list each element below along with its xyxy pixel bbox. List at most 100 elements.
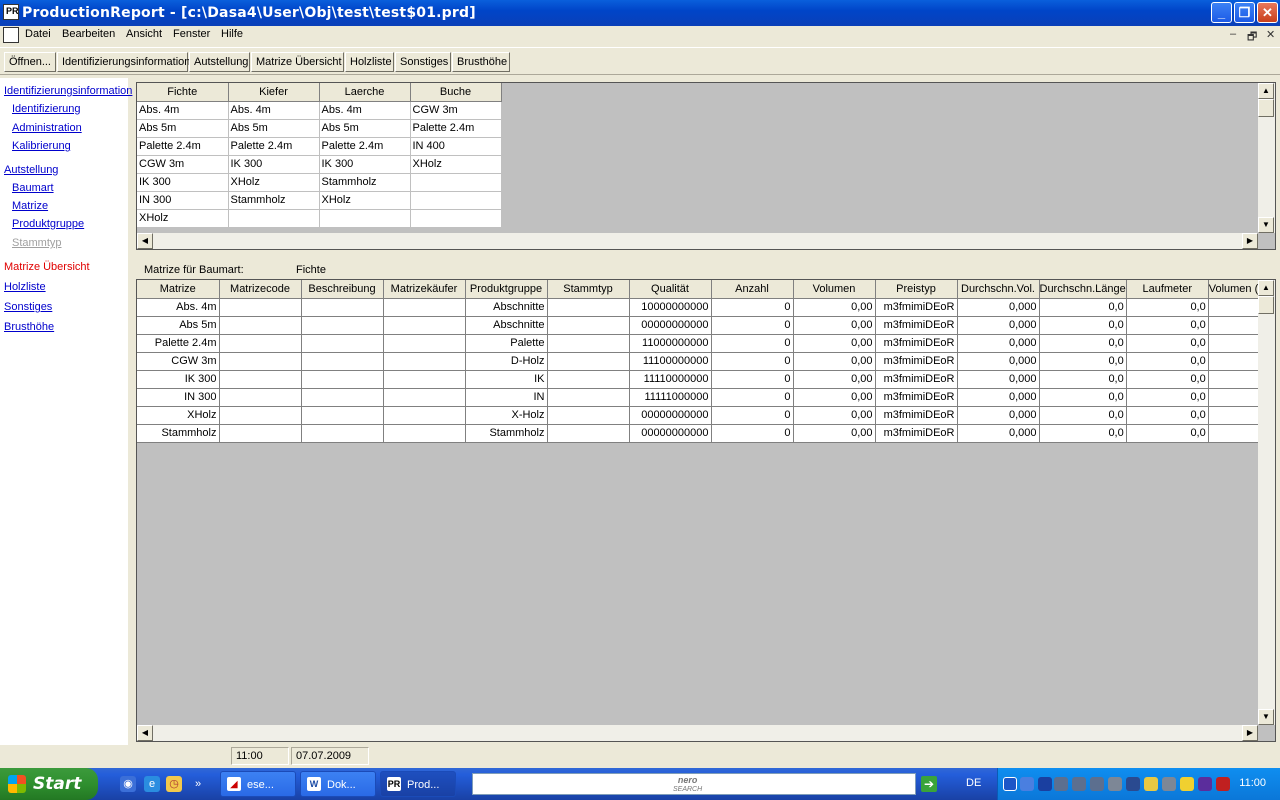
nav-produktgruppe[interactable]: Produktgruppe xyxy=(12,218,84,230)
species-column-header[interactable]: Buche xyxy=(410,83,502,102)
nav-matrize-uebersicht[interactable]: Matrize Übersicht xyxy=(4,261,90,273)
matrix-table-cell[interactable]: Palette xyxy=(465,334,548,353)
matrix-table-cell[interactable]: 0,0 xyxy=(1126,298,1209,317)
matrix-table-cell[interactable]: Abs 5m xyxy=(137,316,220,335)
matrix-table-cell[interactable]: 0,00 xyxy=(793,406,876,425)
matrix-table-row[interactable]: Palette 2.4m Palette 11000000000 0 0,00 m3fmi… xyxy=(137,334,1269,353)
species-table-row[interactable]: Abs 5m Abs 5m Abs 5m Palette 2.4m xyxy=(137,119,502,138)
matrix-table-cell[interactable] xyxy=(383,370,466,389)
matrix-table-cell[interactable] xyxy=(547,334,630,353)
species-table-cell[interactable]: XHolz xyxy=(410,155,502,174)
matrix-table-cell[interactable]: m3fmimiDEoR xyxy=(875,406,958,425)
matrix-table-cell[interactable]: m3fmimiDEoR xyxy=(875,334,958,353)
network-disconnected-icon[interactable] xyxy=(1090,777,1104,791)
matrix-column-header[interactable]: Anzahl xyxy=(711,280,794,299)
matrix-grid[interactable]: Matrize Matrizecode Beschreibung Matrizekäu… xyxy=(137,280,1269,443)
species-table-cell[interactable]: Palette 2.4m xyxy=(137,137,229,156)
ie-icon[interactable]: e xyxy=(144,776,160,792)
matrix-table-cell[interactable] xyxy=(219,424,302,443)
network-status-icon[interactable] xyxy=(1020,777,1034,791)
matrix-table-cell[interactable]: Stammholz xyxy=(137,424,220,443)
species-table-row[interactable]: CGW 3m IK 300 IK 300 XHolz xyxy=(137,155,502,174)
search-go-icon[interactable]: ➔ xyxy=(921,776,937,792)
species-column-header[interactable]: Kiefer xyxy=(228,83,320,102)
species-table-cell[interactable] xyxy=(319,209,411,228)
matrix-table-cell[interactable] xyxy=(547,370,630,389)
holzliste-button[interactable]: Holzliste xyxy=(345,52,394,72)
matrix-table-cell[interactable]: XHolz xyxy=(137,406,220,425)
species-table-cell[interactable]: Abs 5m xyxy=(228,119,320,138)
matrix-table-cell[interactable] xyxy=(219,388,302,407)
matrix-table-cell[interactable]: 00000000000 xyxy=(629,424,712,443)
network-icon[interactable]: ◉ xyxy=(120,776,136,792)
menu-datei[interactable]: Datei xyxy=(25,28,51,40)
nav-baumart[interactable]: Baumart xyxy=(12,182,54,194)
antivirus-shield-icon[interactable] xyxy=(1216,777,1230,791)
matrix-table-cell[interactable]: 0,000 xyxy=(957,424,1040,443)
species-table-cell[interactable] xyxy=(410,209,502,228)
matrix-table-row[interactable]: IN 300 IN 11111000000 0 0,00 m3fmimiDEoR 0,000… xyxy=(137,388,1269,407)
matrix-table-cell[interactable]: IN xyxy=(465,388,548,407)
wireless-icon[interactable] xyxy=(1162,777,1176,791)
matrix-table-cell[interactable]: 0,000 xyxy=(957,406,1040,425)
matrix-table-cell[interactable]: 0,0 xyxy=(1126,424,1209,443)
scroll-thumb[interactable] xyxy=(1258,296,1274,314)
matrix-table-cell[interactable]: 0,0 xyxy=(1039,298,1127,317)
network-disconnected-icon[interactable] xyxy=(1054,777,1068,791)
matrix-table-cell[interactable] xyxy=(383,388,466,407)
scroll-left-icon[interactable]: ◀ xyxy=(137,725,153,741)
matrix-table-cell[interactable]: 0,00 xyxy=(793,370,876,389)
matrix-table-cell[interactable]: m3fmimiDEoR xyxy=(875,370,958,389)
network-disconnected-icon[interactable] xyxy=(1072,777,1086,791)
matrix-overview-button[interactable]: Matrize Übersicht xyxy=(251,52,344,72)
species-table-cell[interactable]: Palette 2.4m xyxy=(410,119,502,138)
matrix-table-cell[interactable]: 00000000000 xyxy=(629,406,712,425)
species-table-cell[interactable] xyxy=(228,209,320,228)
tray-app-icon[interactable] xyxy=(1198,777,1212,791)
brusthoehe-button[interactable]: Brusthöhe xyxy=(452,52,510,72)
species-table-cell[interactable]: XHolz xyxy=(228,173,320,192)
matrix-table-row[interactable]: Abs 5m Abschnitte 00000000000 0 0,00 m3fmimiD… xyxy=(137,316,1269,335)
matrix-table-cell[interactable]: 0,00 xyxy=(793,352,876,371)
matrix-table-cell[interactable]: Abschnitte xyxy=(465,316,548,335)
matrix-table-cell[interactable] xyxy=(219,352,302,371)
speaker-icon[interactable] xyxy=(1108,777,1122,791)
matrix-column-header[interactable]: Durchschn.Vol. xyxy=(957,280,1040,299)
matrix-table-cell[interactable]: 11110000000 xyxy=(629,370,712,389)
matrix-table-cell[interactable]: 0,0 xyxy=(1126,370,1209,389)
minimize-button[interactable]: _ xyxy=(1211,2,1232,23)
scroll-up-icon[interactable]: ▲ xyxy=(1258,280,1274,296)
matrix-table-cell[interactable] xyxy=(301,298,384,317)
scroll-down-icon[interactable]: ▼ xyxy=(1258,217,1274,233)
matrix-table-cell[interactable]: 0,00 xyxy=(793,298,876,317)
scroll-right-icon[interactable]: ▶ xyxy=(1242,725,1258,741)
matrix-table-cell[interactable]: m3fmimiDEoR xyxy=(875,316,958,335)
nav-administration[interactable]: Administration xyxy=(12,122,82,134)
title-bar[interactable]: PR ProductionReport - [c:\Dasa4\User\Obj… xyxy=(0,0,1280,26)
species-table-cell[interactable] xyxy=(410,191,502,210)
matrix-table-row[interactable]: XHolz X-Holz 00000000000 0 0,00 m3fmimiDEoR 0,… xyxy=(137,406,1269,425)
species-table-cell[interactable]: CGW 3m xyxy=(137,155,229,174)
matrix-table-cell[interactable]: 0,0 xyxy=(1126,352,1209,371)
close-button[interactable]: ✕ xyxy=(1257,2,1278,23)
species-table-row[interactable]: IN 300 Stammholz XHolz xyxy=(137,191,502,210)
species-table-row[interactable]: Palette 2.4m Palette 2.4m Palette 2.4m IN 4… xyxy=(137,137,502,156)
matrix-table-cell[interactable]: 0,0 xyxy=(1039,406,1127,425)
matrix-table-cell[interactable]: 0,0 xyxy=(1039,352,1127,371)
species-table-cell[interactable]: XHolz xyxy=(319,191,411,210)
matrix-table-cell[interactable] xyxy=(301,316,384,335)
open-button[interactable]: Öffnen... xyxy=(4,52,56,72)
matrix-column-header[interactable]: Produktgruppe xyxy=(465,280,548,299)
matrix-table-cell[interactable]: X-Holz xyxy=(465,406,548,425)
matrix-table-cell[interactable] xyxy=(547,424,630,443)
taskbar-task-prod[interactable]: PR Prod... xyxy=(380,771,456,797)
species-table-cell[interactable]: Stammholz xyxy=(319,173,411,192)
species-table-row[interactable]: IK 300 XHolz Stammholz xyxy=(137,173,502,192)
matrix-table-cell[interactable]: 0 xyxy=(711,298,794,317)
document-icon[interactable] xyxy=(3,27,19,43)
matrix-table-cell[interactable]: 00000000000 xyxy=(629,316,712,335)
matrix-table-cell[interactable]: 0,000 xyxy=(957,316,1040,335)
matrix-table-cell[interactable] xyxy=(301,334,384,353)
nav-kalibrierung[interactable]: Kalibrierung xyxy=(12,140,71,152)
matrix-table-cell[interactable]: m3fmimiDEoR xyxy=(875,352,958,371)
